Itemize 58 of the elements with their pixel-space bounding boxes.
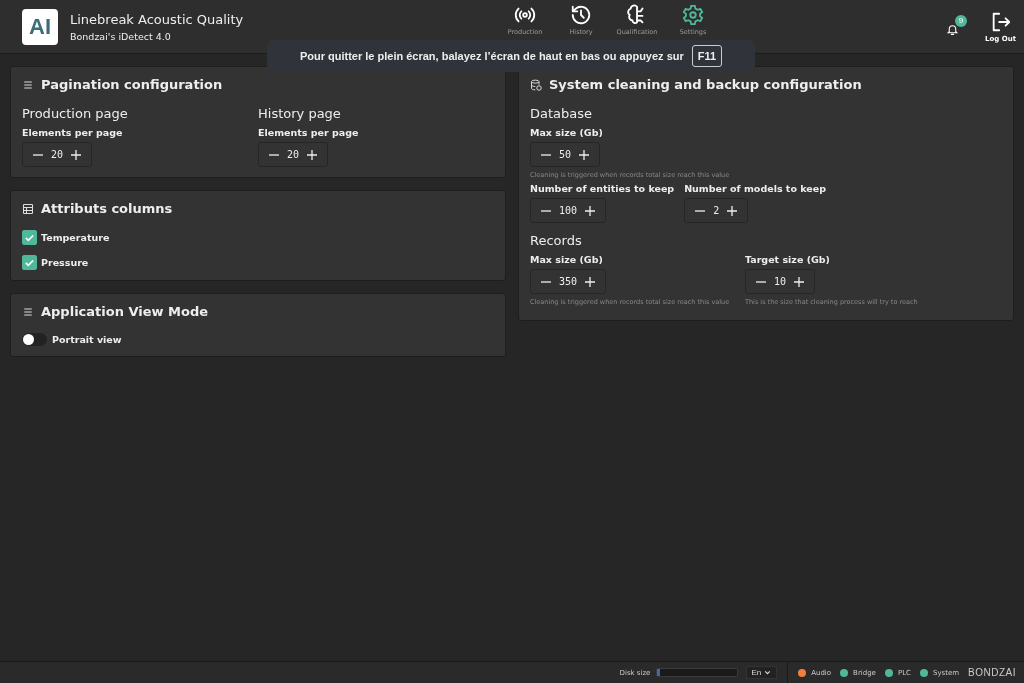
field-label: Target size (Gb) (745, 254, 831, 265)
stepper-value: 10 (774, 276, 787, 287)
section-heading: Production page (22, 106, 129, 121)
section-heading: History page (258, 106, 342, 121)
menu-icon (22, 305, 34, 318)
app-title: Linebreak Acoustic Quality (70, 11, 244, 27)
settings-icon (682, 3, 704, 26)
plus-icon[interactable] (585, 205, 596, 216)
database-icon (530, 78, 542, 91)
checkbox[interactable] (22, 230, 37, 245)
field-label: Number of entities to keep (530, 183, 675, 194)
toast-message: Pour quitter le plein écran, balayez l’écran de haut en bas ou appuyez sur (299, 50, 684, 62)
plus-icon[interactable] (71, 149, 82, 160)
checkbox-label: Pressure (41, 257, 89, 268)
section-heading: Database (530, 106, 594, 121)
stepper-value: 100 (559, 205, 578, 216)
number-stepper[interactable]: 350 (530, 269, 607, 294)
history-icon (570, 3, 592, 26)
section-heading: Records (530, 233, 583, 248)
number-stepper[interactable]: 2 (684, 198, 749, 223)
toggle-label: Portrait view (52, 334, 122, 345)
app-subtitle: Bondzai's iDetect 4.0 (70, 30, 172, 42)
card-title: Pagination configuration (41, 77, 223, 92)
brand-logo: BONDZAI (968, 667, 1016, 678)
plus-icon[interactable] (794, 276, 805, 287)
card-title: Attributs columns (41, 201, 173, 216)
field-label: Max size (Gb) (530, 254, 604, 265)
card-title: Application View Mode (41, 304, 209, 319)
number-stepper[interactable]: 50 (530, 142, 601, 167)
language-select[interactable]: En (746, 666, 778, 679)
field-label: Elements per page (22, 127, 124, 138)
app-logo: AI (22, 8, 58, 45)
number-stepper[interactable]: 100 (530, 198, 607, 223)
stepper-value: 2 (713, 205, 720, 216)
card-title: System cleaning and backup configuration (549, 77, 862, 92)
stepper-value: 20 (287, 149, 300, 160)
table-icon (22, 202, 34, 215)
checkbox[interactable] (22, 255, 37, 270)
notification-badge: 9 (955, 14, 967, 27)
number-stepper[interactable]: 10 (745, 269, 816, 294)
toggle-switch[interactable] (22, 333, 47, 346)
menu-icon (22, 78, 34, 91)
plus-icon[interactable] (585, 276, 596, 287)
number-stepper[interactable]: 20 (22, 142, 93, 167)
field-label: Elements per page (258, 127, 360, 138)
field-label: Max size (Gb) (530, 127, 604, 138)
plus-icon[interactable] (727, 205, 738, 216)
stepper-value: 20 (51, 149, 64, 160)
chevron-down-icon (763, 668, 773, 677)
stepper-value: 50 (559, 149, 572, 160)
number-stepper[interactable]: 20 (258, 142, 329, 167)
stepper-value: 350 (559, 276, 578, 287)
keyboard-key: F11 (691, 45, 723, 67)
checkbox-label: Temperature (41, 232, 110, 243)
bell-icon (945, 23, 959, 36)
field-label: Number of models to keep (684, 183, 826, 194)
plus-icon[interactable] (579, 149, 590, 160)
plus-icon[interactable] (307, 149, 318, 160)
